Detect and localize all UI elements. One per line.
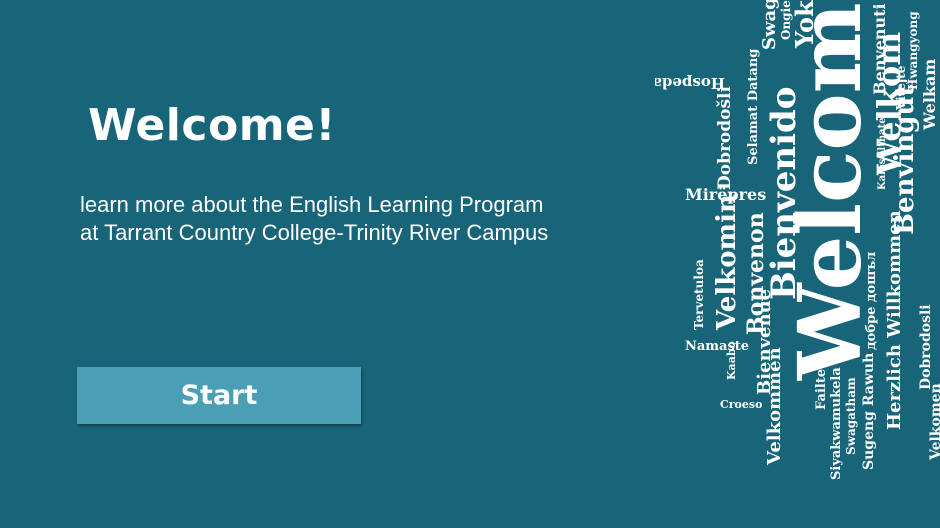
subtitle-text: learn more about the English Learning Pr…	[80, 192, 549, 245]
word-cloud-word: Kalos Ilthate	[877, 117, 888, 190]
word-cloud-word: Mirëpres	[685, 185, 766, 204]
word-cloud-word: Hwangyong	[906, 11, 920, 90]
word-cloud-word: Failte	[814, 369, 829, 410]
word-cloud-word: Dobrodošli	[715, 85, 735, 190]
word-cloud-word: Siyakwamukela	[829, 367, 844, 480]
word-cloud-word: Velkomin	[712, 194, 742, 331]
word-cloud-word: Welkam	[920, 59, 939, 131]
word-cloud-word: добре дошъл	[864, 252, 879, 350]
word-cloud-word: Velkomen	[928, 383, 940, 461]
word-cloud-word: Swagat	[759, 0, 780, 50]
word-cloud-word: Swagatham	[844, 377, 858, 455]
word-cloud-word: Velkommen	[764, 347, 785, 466]
word-cloud-word: Selamat Datang	[746, 49, 761, 165]
word-cloud-word: Benvenuti	[870, 3, 889, 95]
word-cloud-word: Namaste	[685, 339, 749, 354]
start-button[interactable]: Start	[77, 367, 361, 424]
word-cloud-word: Croeso	[720, 398, 762, 411]
slide: Welcome! learn more about the English Le…	[0, 0, 940, 528]
word-cloud-word: Sugeng Rawuh	[861, 353, 877, 470]
word-cloud-word: Herzlich Willkommen	[884, 210, 905, 430]
page-title: Welcome!	[88, 100, 336, 151]
word-cloud-word: Hospedar	[655, 74, 725, 92]
word-cloud-word: Ongietorri	[779, 0, 793, 40]
word-cloud-word: Vitejte	[894, 65, 908, 111]
word-cloud-word: Yokoso	[790, 0, 819, 49]
welcome-word-cloud-image: Welcome Bienvenido Welkom Velkomin Bonve…	[655, 0, 940, 480]
word-cloud-word: Bienvenido	[764, 87, 804, 300]
word-cloud-word: Tervetuloa	[692, 259, 706, 330]
word-cloud-word: Dobrodosli	[918, 304, 934, 390]
word-cloud-word: Kaabo	[725, 341, 738, 380]
